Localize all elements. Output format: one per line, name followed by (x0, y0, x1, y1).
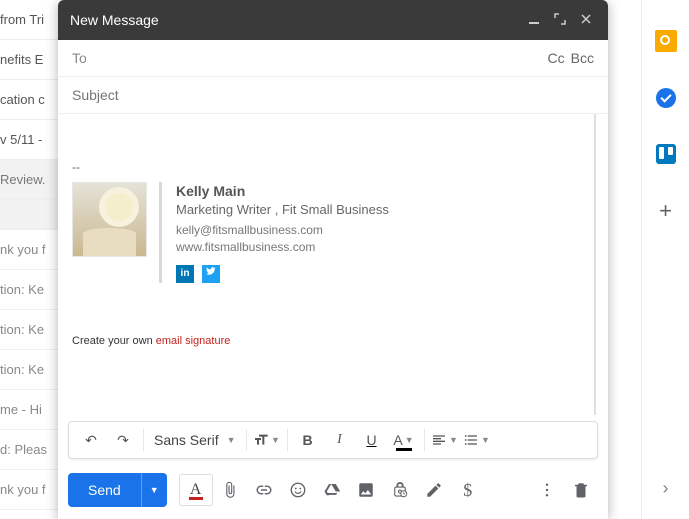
underline-button[interactable]: U (356, 425, 388, 455)
redo-button[interactable]: ↷ (107, 425, 139, 455)
discard-draft-button[interactable] (564, 474, 598, 506)
formatting-toggle-button[interactable]: A (179, 474, 213, 506)
subject-field-row (58, 77, 608, 114)
signature-avatar (72, 182, 147, 257)
inbox-row[interactable]: nk you f (0, 470, 60, 510)
undo-button[interactable]: ↶ (75, 425, 107, 455)
inbox-row[interactable]: from Tri (0, 0, 60, 40)
signature-promo: Create your own email signature (72, 335, 580, 347)
more-insert-button[interactable]: $ (451, 474, 485, 506)
compose-window: New Message To Cc Bcc -- Kelly Main Mark… (58, 0, 608, 519)
inbox-row[interactable]: d: Pleas (0, 430, 60, 470)
side-panel: + › (641, 0, 689, 519)
inbox-row[interactable]: v 5/11 - (0, 120, 60, 160)
inbox-row[interactable]: tion: Ke (0, 310, 60, 350)
insert-link-button[interactable] (247, 474, 281, 506)
attach-file-button[interactable] (213, 474, 247, 506)
linkedin-icon[interactable]: in (176, 265, 194, 283)
font-size-button[interactable]: ▼ (251, 425, 283, 455)
insert-drive-button[interactable] (315, 474, 349, 506)
inbox-row[interactable]: me - Hi (0, 390, 60, 430)
minimize-button[interactable] (524, 13, 544, 28)
compose-header: New Message (58, 0, 608, 40)
bold-button[interactable]: B (292, 425, 324, 455)
inbox-row[interactable]: nk you f (0, 230, 60, 270)
signature-email: kelly@fitsmallbusiness.com (176, 222, 389, 238)
send-button[interactable]: Send (68, 473, 141, 507)
insert-photo-button[interactable] (349, 474, 383, 506)
close-button[interactable] (576, 13, 596, 28)
confidential-mode-button[interactable] (383, 474, 417, 506)
inbox-row[interactable]: Review. (0, 160, 60, 200)
formatting-toolbar: ↶ ↷ Sans Serif▼ ▼ B I U A▼ ▼ ▼ (68, 421, 598, 459)
inbox-row[interactable]: tion: Ke (0, 350, 60, 390)
list-button[interactable]: ▼ (461, 425, 493, 455)
send-button-group: Send ▼ (68, 473, 167, 507)
cc-button[interactable]: Cc (548, 50, 565, 66)
subject-input[interactable] (72, 87, 594, 103)
signature-website: www.fitsmallbusiness.com (176, 239, 389, 255)
align-button[interactable]: ▼ (429, 425, 461, 455)
italic-button[interactable]: I (324, 425, 356, 455)
tasks-icon[interactable] (656, 88, 676, 108)
inbox-row[interactable]: cation c (0, 80, 60, 120)
bcc-button[interactable]: Bcc (571, 50, 594, 66)
twitter-icon[interactable] (202, 265, 220, 283)
inbox-row-blank (0, 200, 60, 230)
insert-emoji-button[interactable] (281, 474, 315, 506)
more-options-button[interactable] (530, 474, 564, 506)
inbox-row[interactable]: nefits E (0, 40, 60, 80)
inbox-background: from Tri nefits E cation c v 5/11 - Revi… (0, 0, 60, 519)
signature-block: Kelly Main Marketing Writer , Fit Small … (72, 182, 580, 283)
inbox-row[interactable]: tion: Ke (0, 270, 60, 310)
to-field-row: To Cc Bcc (58, 40, 608, 77)
signature-name: Kelly Main (176, 182, 389, 201)
signature-divider (159, 182, 162, 283)
trello-icon[interactable] (656, 144, 676, 164)
to-input[interactable] (95, 50, 542, 66)
font-family-select[interactable]: Sans Serif▼ (148, 432, 242, 448)
compose-body[interactable]: -- Kelly Main Marketing Writer , Fit Sma… (58, 114, 596, 415)
email-signature-link[interactable]: email signature (156, 335, 231, 347)
collapse-panel-button[interactable]: › (663, 478, 669, 499)
send-options-button[interactable]: ▼ (141, 473, 167, 507)
compose-title: New Message (70, 12, 518, 28)
add-addon-button[interactable]: + (655, 200, 677, 222)
compose-action-bar: Send ▼ A $ (58, 465, 608, 519)
to-label: To (72, 50, 87, 66)
signature-title: Marketing Writer , Fit Small Business (176, 201, 389, 219)
text-color-button[interactable]: A▼ (388, 425, 420, 455)
insert-signature-button[interactable] (417, 474, 451, 506)
keep-icon[interactable] (655, 30, 677, 52)
signature-separator: -- (72, 160, 580, 174)
fullscreen-button[interactable] (550, 13, 570, 28)
